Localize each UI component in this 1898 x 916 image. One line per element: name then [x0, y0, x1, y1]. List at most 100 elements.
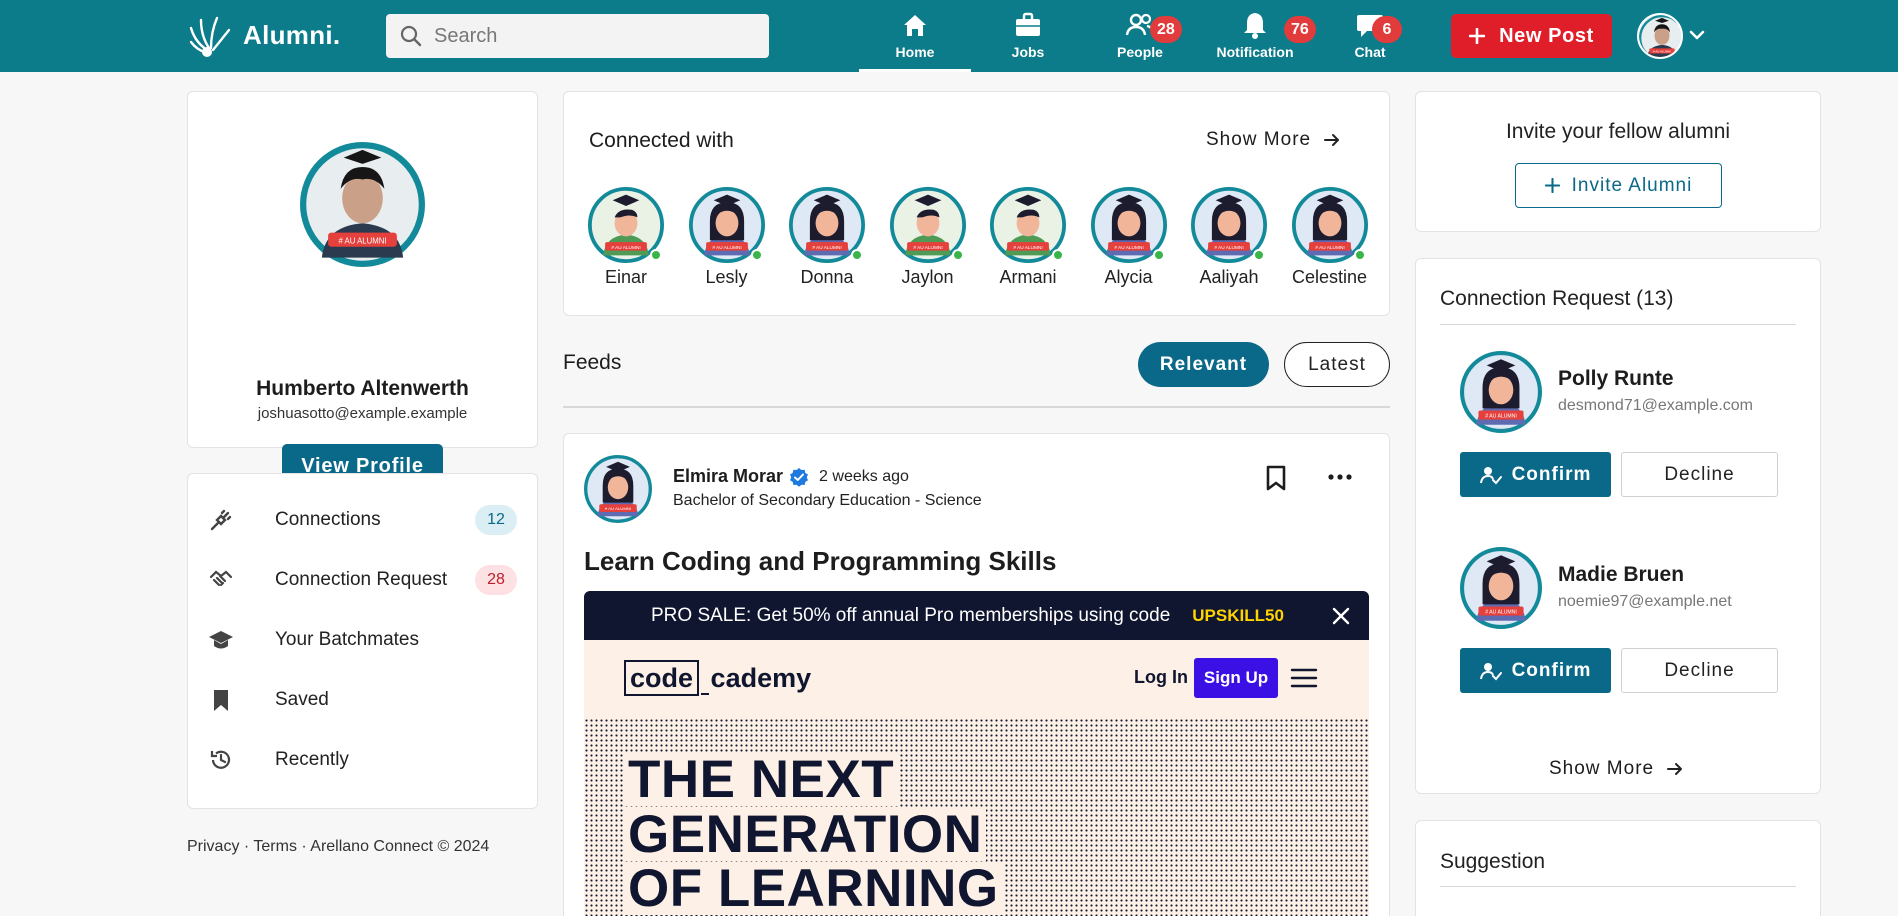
- connection-name: Lesly: [705, 267, 748, 287]
- search-input[interactable]: [434, 24, 754, 48]
- online-status-icon: [1253, 249, 1265, 261]
- post-author-degree: Bachelor of Secondary Education - Scienc…: [673, 492, 982, 509]
- notification-count-badge: 76: [1284, 16, 1316, 43]
- codecademy-header: code cademy Log In Sign Up: [584, 640, 1369, 718]
- post-author-line: Elmira Morar 2 weeks ago: [673, 466, 909, 487]
- confirm-button[interactable]: Confirm: [1460, 648, 1611, 693]
- handshake-icon: [209, 570, 233, 587]
- codecademy-login: Log In: [1134, 667, 1188, 687]
- bookmark-icon[interactable]: [1263, 464, 1289, 492]
- connection-item[interactable]: Armani: [990, 187, 1066, 288]
- request-avatar[interactable]: [1460, 351, 1542, 433]
- plus-icon: [1544, 178, 1560, 193]
- menu-item-saved[interactable]: Saved: [188, 670, 537, 730]
- app-logo[interactable]: Alumni.: [187, 12, 340, 58]
- connections-count-badge: 12: [475, 505, 517, 535]
- menu-item-connection-request[interactable]: Connection Request 28: [188, 550, 537, 610]
- connections-list: Einar Lesly Donna Jaylon Armani Alycia A…: [588, 187, 1368, 288]
- connection-name: Aaliyah: [1199, 267, 1259, 287]
- post-time: 2 weeks ago: [819, 467, 909, 485]
- connection-name: Armani: [999, 267, 1057, 287]
- connection-item[interactable]: Alycia: [1091, 187, 1167, 288]
- online-status-icon: [750, 249, 763, 261]
- confirm-button[interactable]: Confirm: [1460, 452, 1611, 497]
- codecademy-signup: Sign Up: [1194, 658, 1278, 698]
- relevant-filter-button[interactable]: Relevant: [1138, 342, 1269, 387]
- confirm-label: Confirm: [1511, 659, 1592, 681]
- plus-icon: [1469, 28, 1486, 44]
- connection-item[interactable]: Aaliyah: [1191, 187, 1267, 288]
- divider: [1440, 324, 1796, 325]
- bookmark-icon: [214, 690, 228, 711]
- top-navbar: Alumni. Home Jobs People 28 Notification…: [0, 0, 1898, 72]
- requests-show-more-link[interactable]: Show More: [1549, 758, 1684, 780]
- app-name: Alumni.: [243, 19, 341, 50]
- briefcase-icon: [1016, 12, 1040, 36]
- online-status-icon: [1152, 249, 1165, 261]
- profile-avatar[interactable]: [300, 142, 425, 267]
- connection-item[interactable]: Jaylon: [890, 187, 966, 288]
- online-status-icon: [951, 249, 964, 261]
- nav-people-label: People: [1117, 44, 1163, 60]
- post-author-name[interactable]: Elmira Morar: [673, 466, 783, 487]
- new-post-label: New Post: [1499, 24, 1594, 47]
- connection-request-title: Connection Request (13): [1440, 287, 1674, 310]
- request-name[interactable]: Polly Runte: [1558, 367, 1674, 391]
- plug-icon: [210, 509, 232, 531]
- arrow-right-icon: [1667, 763, 1683, 775]
- connection-item[interactable]: Celestine: [1292, 187, 1368, 288]
- nav-home[interactable]: Home: [859, 10, 971, 72]
- hero-line: THE NEXT: [624, 753, 899, 806]
- request-avatar[interactable]: [1460, 547, 1542, 629]
- latest-filter-button[interactable]: Latest: [1284, 342, 1390, 387]
- invite-card: Invite your fellow alumni Invite Alumni: [1415, 91, 1821, 232]
- menu-item-connections[interactable]: Connections 12: [188, 490, 537, 550]
- connection-name: Donna: [800, 267, 854, 287]
- post-card: Elmira Morar 2 weeks ago Bachelor of Sec…: [563, 433, 1390, 916]
- bell-icon: [1244, 13, 1266, 39]
- more-options-icon[interactable]: [1326, 467, 1354, 487]
- connection-item[interactable]: Donna: [789, 187, 865, 288]
- menu-item-recently[interactable]: Recently: [188, 730, 537, 790]
- request-name[interactable]: Madie Bruen: [1558, 563, 1684, 587]
- feeds-divider: [563, 406, 1390, 408]
- decline-button[interactable]: Decline: [1621, 648, 1778, 693]
- people-count-badge: 28: [1150, 16, 1182, 43]
- decline-button[interactable]: Decline: [1621, 452, 1778, 497]
- logo-part-cademy: cademy: [710, 662, 812, 693]
- profile-email: joshuasotto@example.example: [257, 405, 468, 422]
- menu-item-batchmates[interactable]: Your Batchmates: [188, 610, 537, 670]
- connected-with-title: Connected with: [589, 129, 734, 152]
- hamburger-menu-icon: [1290, 668, 1318, 688]
- promo-code: UPSKILL50: [1192, 605, 1284, 625]
- post-title: Learn Coding and Programming Skills: [584, 546, 1057, 576]
- post-author-avatar[interactable]: [584, 455, 652, 523]
- post-image[interactable]: PRO SALE: Get 50% off annual Pro members…: [584, 591, 1369, 916]
- connected-with-card: Connected with Show More Einar Lesly Don…: [563, 91, 1390, 316]
- menu-label-connections: Connections: [275, 509, 381, 530]
- nav-jobs-label: Jobs: [1011, 44, 1045, 60]
- footer-links[interactable]: Privacy · Terms · Arellano Connect © 202…: [187, 838, 489, 856]
- search-box[interactable]: [386, 14, 769, 58]
- nav-jobs[interactable]: Jobs: [1000, 10, 1056, 72]
- connected-show-more-link[interactable]: Show More: [1206, 129, 1341, 151]
- divider: [1440, 886, 1796, 887]
- promo-hero: THE NEXT GENERATION OF LEARNING: [584, 718, 1369, 916]
- nav-home-label: Home: [895, 44, 935, 60]
- profile-name: Humberto Altenwerth: [256, 377, 469, 400]
- headdress-logo-icon: [189, 16, 231, 57]
- confirm-label: Confirm: [1511, 463, 1592, 485]
- chevron-down-icon[interactable]: [1688, 26, 1706, 44]
- user-avatar-image: [1639, 15, 1683, 59]
- connection-item[interactable]: Einar: [588, 187, 664, 288]
- new-post-button[interactable]: New Post: [1451, 14, 1612, 58]
- menu-label-recently: Recently: [275, 749, 349, 770]
- user-avatar[interactable]: [1637, 13, 1683, 59]
- home-icon: [904, 15, 926, 36]
- profile-card: Humberto Altenwerth joshuasotto@example.…: [187, 91, 538, 488]
- connection-item[interactable]: Lesly: [689, 187, 765, 288]
- invite-alumni-button[interactable]: Invite Alumni: [1515, 163, 1722, 208]
- hero-line: OF LEARNING: [624, 862, 1003, 915]
- menu-label-batchmates: Your Batchmates: [275, 629, 419, 650]
- nav-notification-label: Notification: [1216, 44, 1294, 60]
